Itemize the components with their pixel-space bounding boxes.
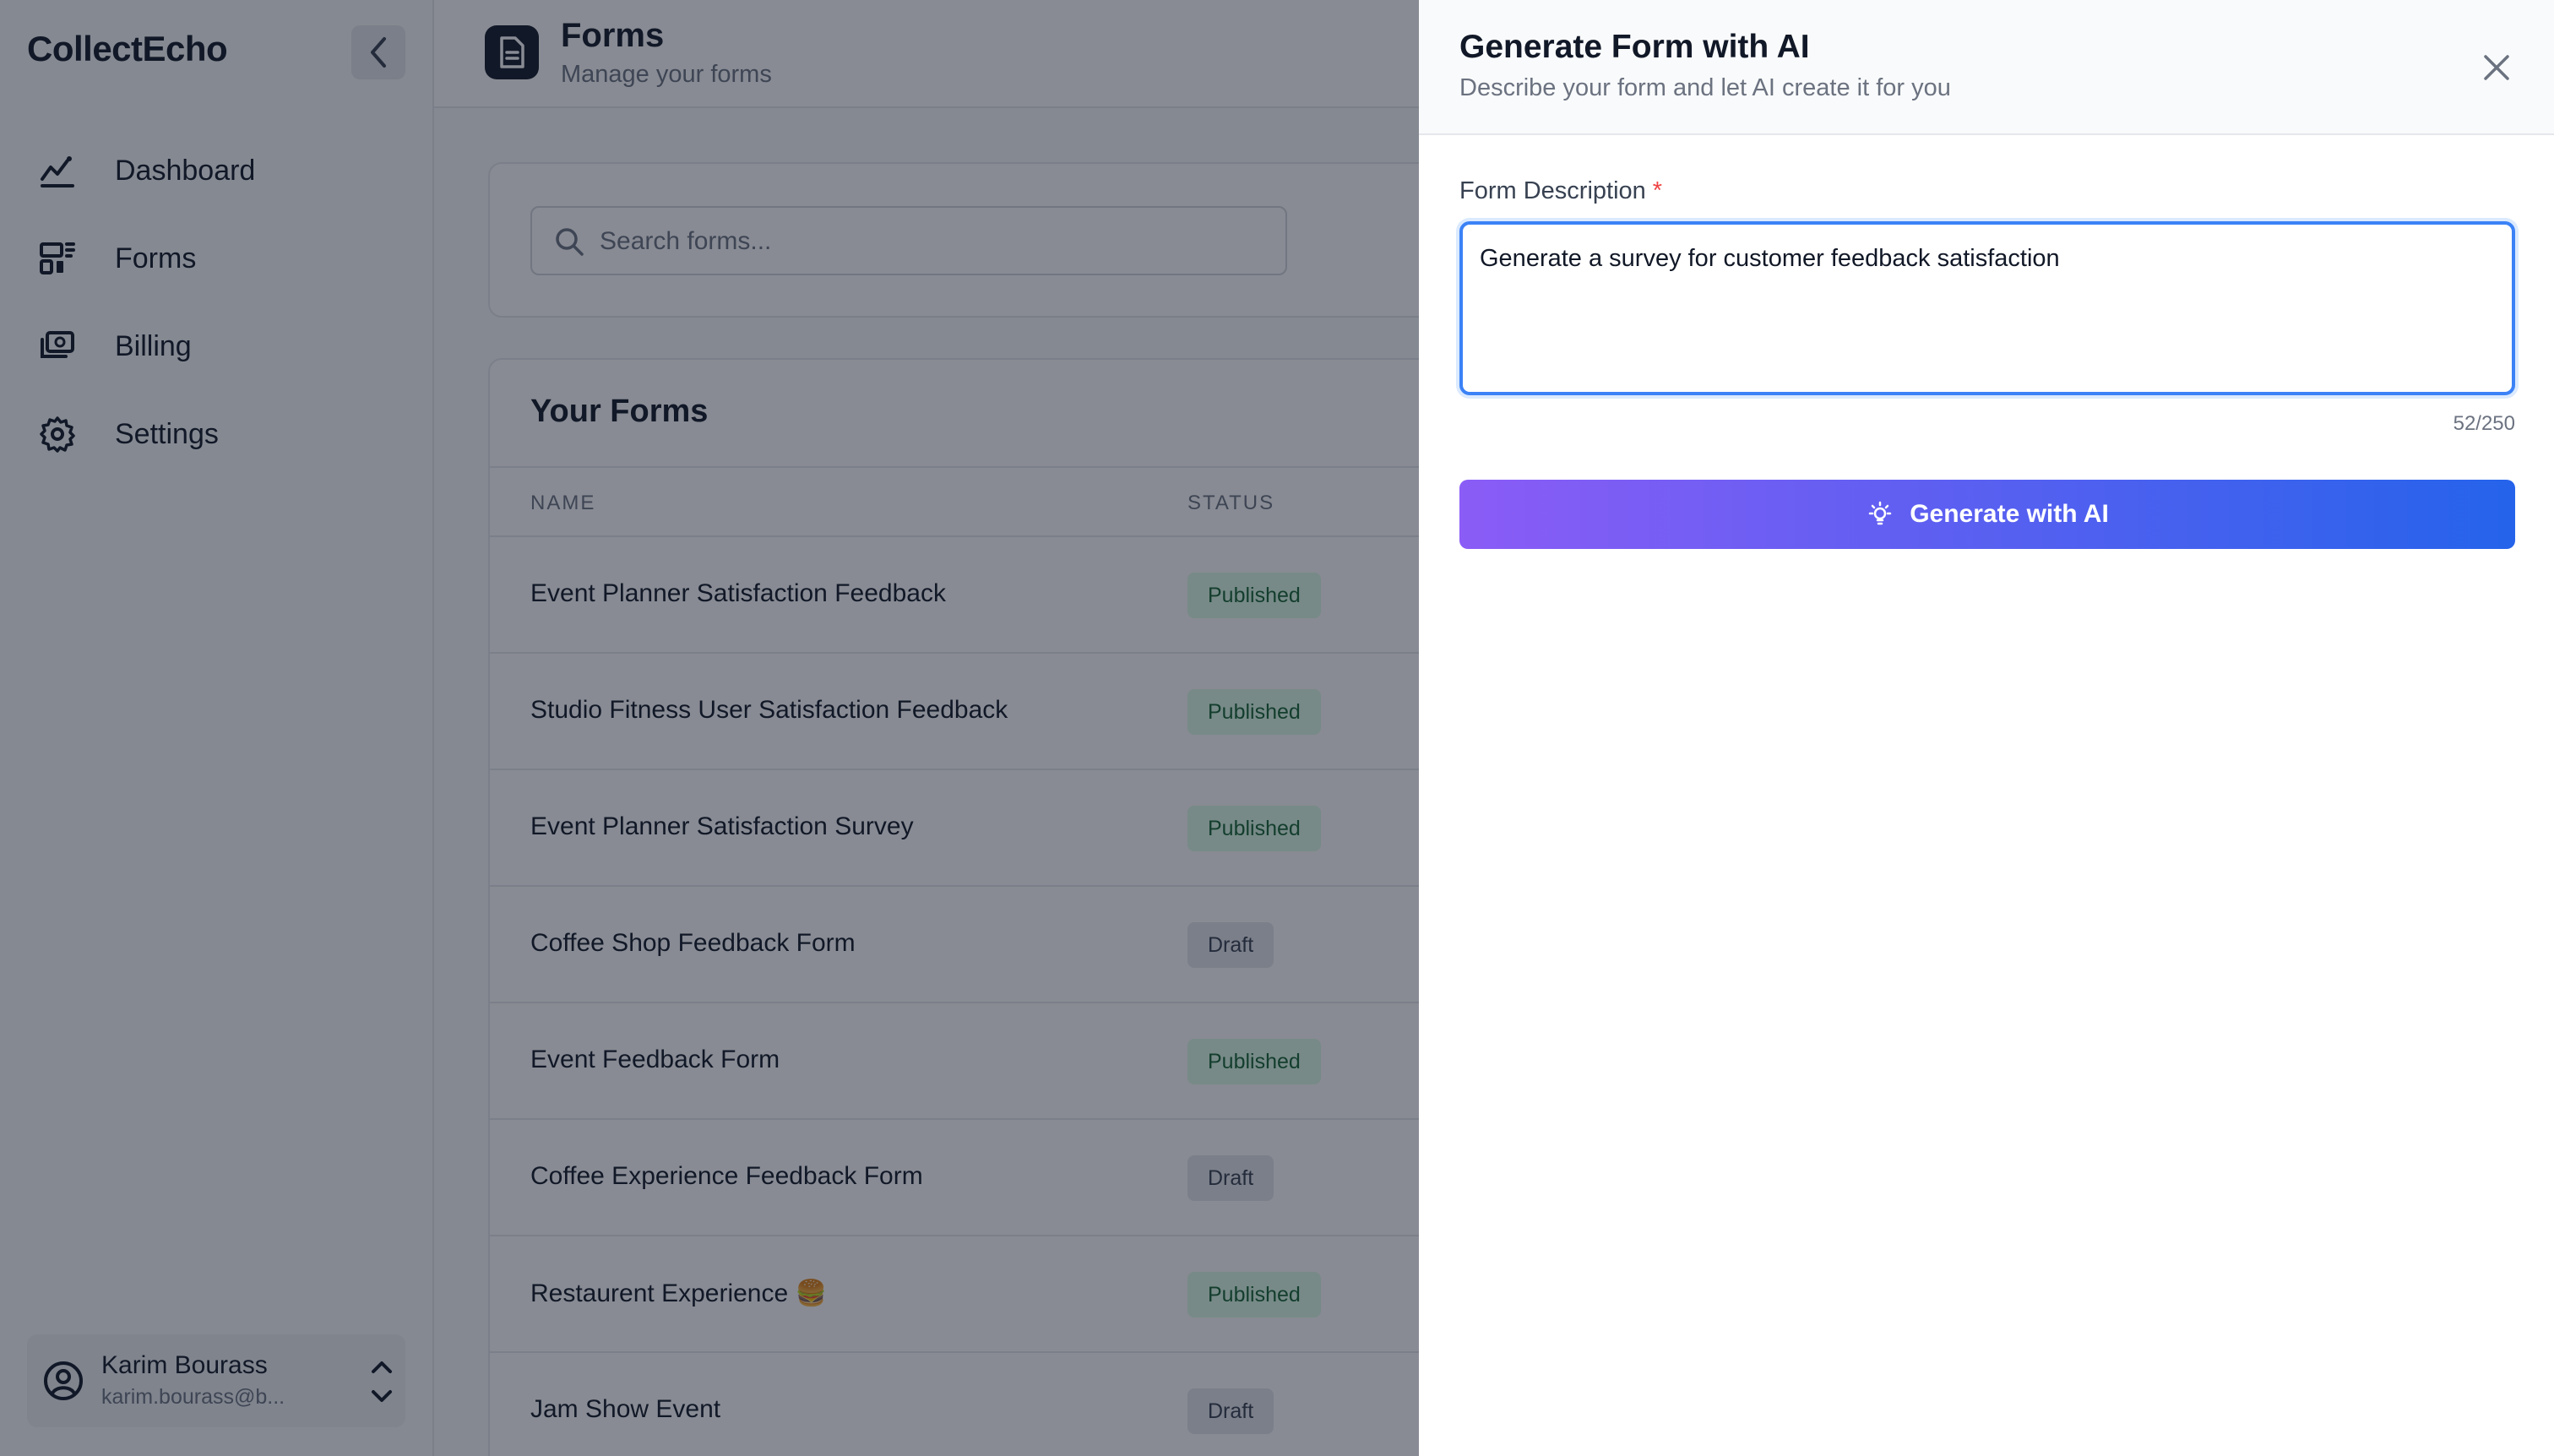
lightbulb-icon xyxy=(1868,501,1892,525)
character-counter: 52/250 xyxy=(2453,412,2515,435)
generate-form-panel: Generate Form with AI Describe your form… xyxy=(1419,0,2554,1456)
close-icon xyxy=(2484,55,2509,80)
generate-with-ai-button[interactable]: Generate with AI xyxy=(1459,480,2515,549)
panel-title: Generate Form with AI xyxy=(1459,29,1810,65)
form-description-field[interactable]: Generate a survey for customer feedback … xyxy=(1459,221,2515,395)
required-marker: * xyxy=(1652,177,1663,204)
panel-subtitle: Describe your form and let AI create it … xyxy=(1459,74,1951,101)
form-description-label: Form Description * xyxy=(1459,177,1662,205)
generate-button-label: Generate with AI xyxy=(1910,500,2109,528)
form-description-textarea[interactable]: Generate a survey for customer feedback … xyxy=(1480,242,2493,377)
modal-backdrop[interactable] xyxy=(0,0,1419,1456)
field-label-text: Form Description xyxy=(1459,177,1646,204)
close-panel-button[interactable] xyxy=(2473,44,2520,91)
panel-header: Generate Form with AI Describe your form… xyxy=(1419,0,2554,135)
